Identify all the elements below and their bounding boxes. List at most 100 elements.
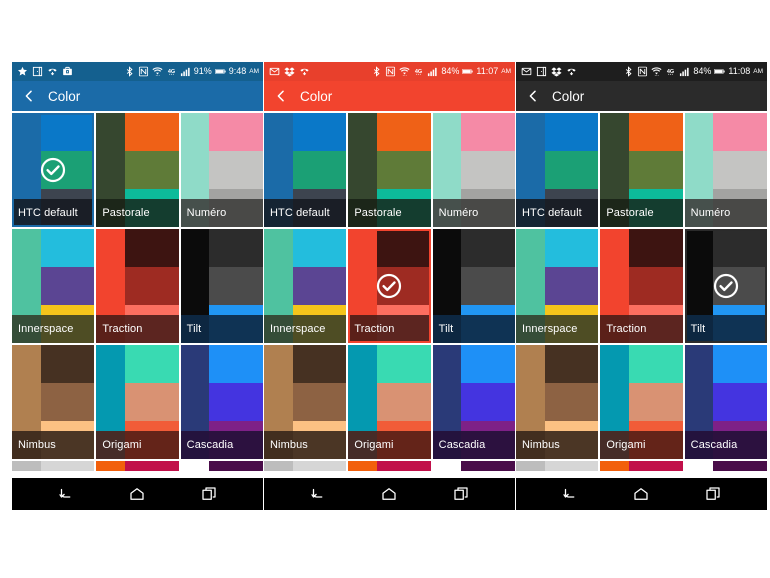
status-bar-system-icons: 4G 84% 11:08 AM [623, 66, 763, 77]
theme-swatch-accent [40, 229, 95, 267]
theme-swatch-accent [544, 267, 599, 305]
status-bar-clock: 11:07 [476, 66, 499, 76]
theme-name-label: Tilt [684, 315, 767, 343]
nav-back-button[interactable] [305, 483, 331, 505]
theme-swatch-accent [209, 267, 263, 305]
nav-home-button[interactable] [628, 483, 654, 505]
bluetooth-icon [623, 66, 634, 77]
status-bar: 4G 91% 9:48 AM [12, 62, 263, 81]
theme-selected-check-icon [376, 273, 402, 299]
bluetooth-icon [124, 66, 135, 77]
theme-tile[interactable]: Origami [348, 345, 431, 459]
theme-grid-row: HTC default Pastorale Numéro [12, 113, 263, 227]
theme-tile[interactable]: HTC default [12, 113, 95, 227]
theme-swatch-accents [292, 461, 347, 471]
theme-swatch-accent [544, 229, 599, 267]
theme-tile[interactable]: Pastorale [348, 113, 431, 227]
theme-name-label: Nimbus [516, 431, 599, 459]
theme-swatch-accent [377, 113, 431, 151]
battery-icon [714, 66, 726, 77]
theme-swatch-accent [629, 151, 683, 189]
theme-swatch-primary [516, 461, 545, 471]
theme-tile[interactable]: Tilt [180, 229, 263, 343]
theme-name-label: Nimbus [12, 431, 95, 459]
nav-back-button[interactable] [557, 483, 583, 505]
theme-tile[interactable]: Traction [96, 229, 179, 343]
mail-icon [521, 66, 532, 77]
theme-swatch-accent [629, 113, 683, 151]
theme-tile[interactable]: Tilt [684, 229, 767, 343]
theme-swatch-accent [461, 113, 515, 151]
theme-swatch-accent [544, 383, 599, 421]
nav-recents-button[interactable] [448, 483, 474, 505]
theme-tile[interactable]: Numéro [180, 113, 263, 227]
nav-recents-button[interactable] [700, 483, 726, 505]
nav-home-button[interactable] [124, 483, 150, 505]
theme-name-label: Origami [96, 431, 179, 459]
theme-tile[interactable]: Pastorale [600, 113, 683, 227]
status-bar-notification-icons [521, 66, 577, 77]
theme-swatch-accent [629, 267, 683, 305]
theme-tile[interactable] [432, 461, 515, 471]
theme-tile[interactable]: Cascadia [180, 345, 263, 459]
theme-tile[interactable] [264, 461, 347, 471]
theme-name-label: HTC default [516, 199, 599, 227]
theme-tile[interactable]: Origami [96, 345, 179, 459]
theme-name-label: Pastorale [96, 199, 179, 227]
theme-tile[interactable]: Nimbus [516, 345, 599, 459]
theme-tile[interactable]: Traction [600, 229, 683, 343]
theme-tile[interactable] [96, 461, 179, 471]
theme-swatch-accents [125, 461, 179, 471]
theme-tile[interactable]: Numéro [684, 113, 767, 227]
theme-tile[interactable]: Pastorale [96, 113, 179, 227]
page-title: Color [552, 88, 585, 104]
theme-tile[interactable] [12, 461, 95, 471]
system-navigation-bar [264, 478, 515, 510]
nav-back-button[interactable] [53, 483, 79, 505]
theme-tile[interactable] [600, 461, 683, 471]
theme-swatch-accent [292, 151, 347, 189]
theme-name-label: Cascadia [180, 431, 263, 459]
theme-tile[interactable]: Innerspace [264, 229, 347, 343]
theme-name-label: Cascadia [432, 431, 515, 459]
theme-swatch-accent [40, 267, 95, 305]
action-bar: Color [516, 81, 767, 111]
theme-tile[interactable]: Cascadia [432, 345, 515, 459]
theme-swatch-preview [180, 461, 263, 471]
back-navigation-button[interactable] [526, 88, 540, 104]
theme-swatch-preview [516, 461, 599, 471]
theme-grid-row: Nimbus Origami Cascadia [516, 345, 767, 459]
theme-name-label: Traction [348, 315, 431, 343]
theme-tile[interactable]: Origami [600, 345, 683, 459]
nav-recents-button[interactable] [196, 483, 222, 505]
status-bar-notification-icons [17, 66, 73, 77]
theme-tile[interactable] [180, 461, 263, 471]
theme-swatch-accents [544, 461, 599, 471]
theme-tile[interactable]: Innerspace [12, 229, 95, 343]
theme-swatch-accent [377, 229, 431, 267]
action-bar: Color [12, 81, 263, 111]
theme-tile[interactable] [516, 461, 599, 471]
theme-tile[interactable] [348, 461, 431, 471]
theme-tile[interactable]: Cascadia [684, 345, 767, 459]
theme-tile[interactable]: Innerspace [516, 229, 599, 343]
theme-swatch-accents [377, 461, 431, 471]
back-navigation-button[interactable] [274, 88, 288, 104]
theme-tile[interactable] [684, 461, 767, 471]
theme-tile[interactable]: Traction [348, 229, 431, 343]
theme-swatch-accent [544, 345, 599, 383]
theme-swatch-accent [629, 345, 683, 383]
nav-home-button[interactable] [376, 483, 402, 505]
theme-tile[interactable]: HTC default [264, 113, 347, 227]
theme-tile[interactable]: Nimbus [264, 345, 347, 459]
system-navigation-bar [516, 478, 767, 510]
4g-icon: 4G [413, 66, 424, 77]
status-bar-system-icons: 4G 84% 11:07 AM [371, 66, 511, 77]
theme-tile[interactable]: Numéro [432, 113, 515, 227]
theme-swatch-accent [125, 345, 179, 383]
theme-tile[interactable]: Tilt [432, 229, 515, 343]
back-navigation-button[interactable] [22, 88, 36, 104]
theme-swatch-accent [209, 113, 263, 151]
theme-tile[interactable]: HTC default [516, 113, 599, 227]
theme-tile[interactable]: Nimbus [12, 345, 95, 459]
